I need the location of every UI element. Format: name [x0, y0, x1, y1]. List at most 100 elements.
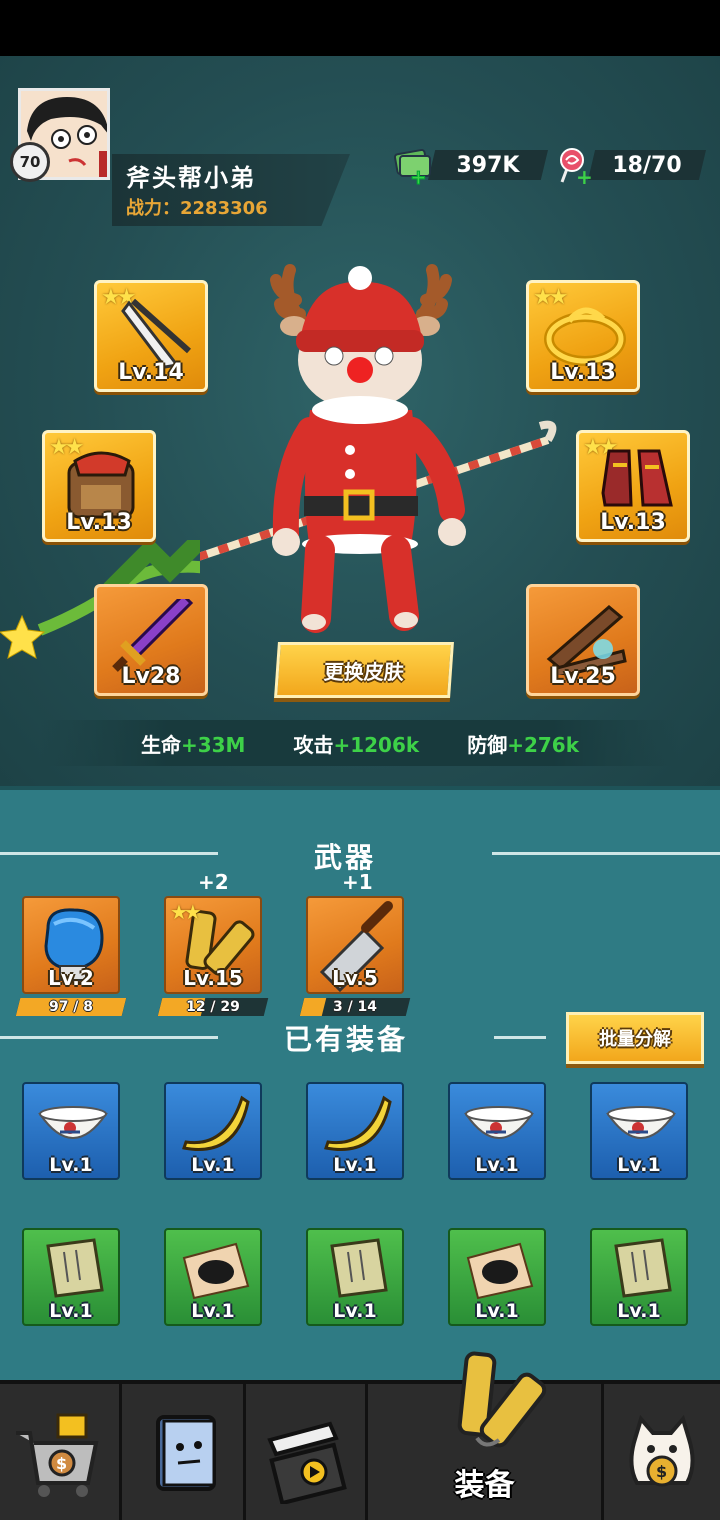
slot-level: Lv.14 [118, 360, 184, 385]
weapon-level: Lv.15 [183, 966, 243, 990]
item-level: Lv.1 [191, 1154, 235, 1176]
weapon-plus: +2 [198, 870, 229, 894]
candy-counter: 18/70 [588, 150, 706, 180]
weapon-progress: 3 / 14 [299, 998, 411, 1016]
owned-item-book[interactable]: Lv.1 [306, 1228, 404, 1326]
owned-item-banana[interactable]: Lv.1 [164, 1082, 262, 1180]
item-level: Lv.1 [191, 1300, 235, 1322]
weapon-nunchaku[interactable]: ★★ Lv.15 [164, 896, 262, 994]
svg-text:$: $ [656, 1462, 667, 1481]
divider [494, 1036, 546, 1039]
lollipop-add-icon[interactable]: + [556, 146, 596, 189]
stats-bar: 生命+33M 攻击+1206k 防御+276k [40, 720, 680, 766]
slot-level: Lv.13 [66, 510, 132, 535]
player-name: 斧头帮小弟 [126, 164, 256, 192]
weapon-progress-text: 12 / 29 [186, 999, 240, 1015]
slot-level: Lv.25 [550, 664, 616, 689]
divider [0, 852, 218, 855]
weapon-level: Lv.5 [332, 966, 378, 990]
divider [0, 1036, 218, 1039]
equip-slot-weapon[interactable]: ★★ Lv.14 [94, 280, 208, 392]
stat-hp-value: +33M [180, 732, 246, 757]
equip-slot-boots[interactable]: ★★ Lv.13 [576, 430, 690, 542]
weapon-progress-text: 97 / 8 [48, 999, 94, 1015]
star-icon: ★★ [170, 900, 202, 924]
svg-text:+: + [576, 165, 593, 186]
weapon-progress-text: 3 / 14 [332, 999, 378, 1015]
owned-item-banana[interactable]: Lv.1 [306, 1082, 404, 1180]
manual-book-icon [614, 1238, 672, 1298]
stat-hp: 生命+33M [141, 729, 246, 758]
owned-item-scroll[interactable]: Lv.1 [448, 1228, 546, 1326]
item-level: Lv.1 [617, 1154, 661, 1176]
cash-add-icon[interactable]: + [393, 146, 434, 190]
equip-slot-armor[interactable]: ★★ Lv.13 [42, 430, 156, 542]
item-level: Lv.1 [49, 1300, 93, 1322]
player-avatar[interactable]: 70 [10, 88, 110, 182]
equip-slot-sword[interactable]: Lv28 [94, 584, 208, 696]
weapon-cleaver[interactable]: Lv.5 [306, 896, 404, 994]
equip-slot-book[interactable]: Lv.25 [526, 584, 640, 696]
nav-equipment-label: 装备 [454, 1468, 515, 1503]
combat-power: 战力：2283306 [126, 198, 268, 219]
stat-def-value: +276k [507, 732, 580, 757]
cash-counter: 397K [428, 150, 548, 180]
ink-paper-icon [466, 1242, 534, 1300]
nav-equipment[interactable]: 装备 [368, 1351, 604, 1520]
clapperboard-icon [266, 1421, 347, 1504]
slot-level: Lv.13 [600, 510, 666, 535]
weapon-progress: 12 / 29 [157, 998, 269, 1016]
stat-hp-label: 生命 [140, 732, 181, 757]
manual-book-icon [330, 1238, 388, 1298]
rooster-bowl-icon [464, 1106, 534, 1139]
weapon-progress: 97 / 8 [15, 998, 127, 1016]
nunchaku-nav-icon [457, 1351, 546, 1448]
slot-level: Lv.13 [550, 360, 616, 385]
batch-dismantle-button[interactable]: 批量分解 [566, 1012, 704, 1064]
nav-video[interactable] [246, 1384, 368, 1520]
weapon-boxing-glove[interactable]: Lv.2 [22, 896, 120, 994]
equip-slot-ring[interactable]: ★★ Lv.13 [526, 280, 640, 392]
player-level-badge: 70 [10, 142, 50, 182]
item-level: Lv.1 [49, 1154, 93, 1176]
nav-lucky-cat[interactable]: $ [604, 1384, 720, 1520]
status-bar [0, 0, 720, 56]
slot-level: Lv28 [121, 664, 181, 689]
owned-item-bowl[interactable]: Lv.1 [22, 1082, 120, 1180]
item-level: Lv.1 [333, 1300, 377, 1322]
candy-amount: 18/70 [612, 152, 682, 178]
lucky-cat-icon: $ [629, 1414, 695, 1487]
stat-atk-label: 攻击 [293, 732, 334, 757]
bottom-nav: $ 装备 $ [0, 1351, 720, 1520]
nav-notebook[interactable] [122, 1384, 246, 1520]
stat-def: 防御+276k [467, 729, 579, 758]
manual-book-icon [46, 1238, 104, 1298]
owned-equipment-title: 已有装备 [284, 1023, 409, 1056]
cash-amount: 397K [456, 152, 520, 178]
item-level: Lv.1 [475, 1154, 519, 1176]
owned-item-scroll[interactable]: Lv.1 [164, 1228, 262, 1326]
weapon-level: Lv.2 [48, 966, 94, 990]
weapon-plus: +1 [342, 870, 373, 894]
item-level: Lv.1 [333, 1154, 377, 1176]
owned-item-bowl[interactable]: Lv.1 [590, 1082, 688, 1180]
character-model[interactable] [8, 260, 560, 640]
owned-item-bowl[interactable]: Lv.1 [448, 1082, 546, 1180]
ink-paper-icon [182, 1242, 250, 1300]
notebook-face-icon [155, 1415, 216, 1491]
banana-icon [324, 1095, 392, 1151]
rooster-bowl-icon [606, 1106, 676, 1139]
banana-icon [182, 1095, 250, 1151]
stat-def-label: 防御 [467, 732, 508, 757]
stat-atk: 攻击+1206k [293, 729, 419, 758]
divider [492, 852, 720, 855]
change-skin-button[interactable]: 更换皮肤 [274, 642, 454, 698]
nav-shop[interactable]: $ [0, 1384, 122, 1520]
item-level: Lv.1 [617, 1300, 661, 1322]
owned-item-book[interactable]: Lv.1 [590, 1228, 688, 1326]
stat-atk-value: +1206k [333, 732, 420, 757]
svg-text:+: + [410, 165, 427, 186]
shopping-cart-icon: $ [15, 1413, 98, 1497]
owned-item-book[interactable]: Lv.1 [22, 1228, 120, 1326]
item-level: Lv.1 [475, 1300, 519, 1322]
